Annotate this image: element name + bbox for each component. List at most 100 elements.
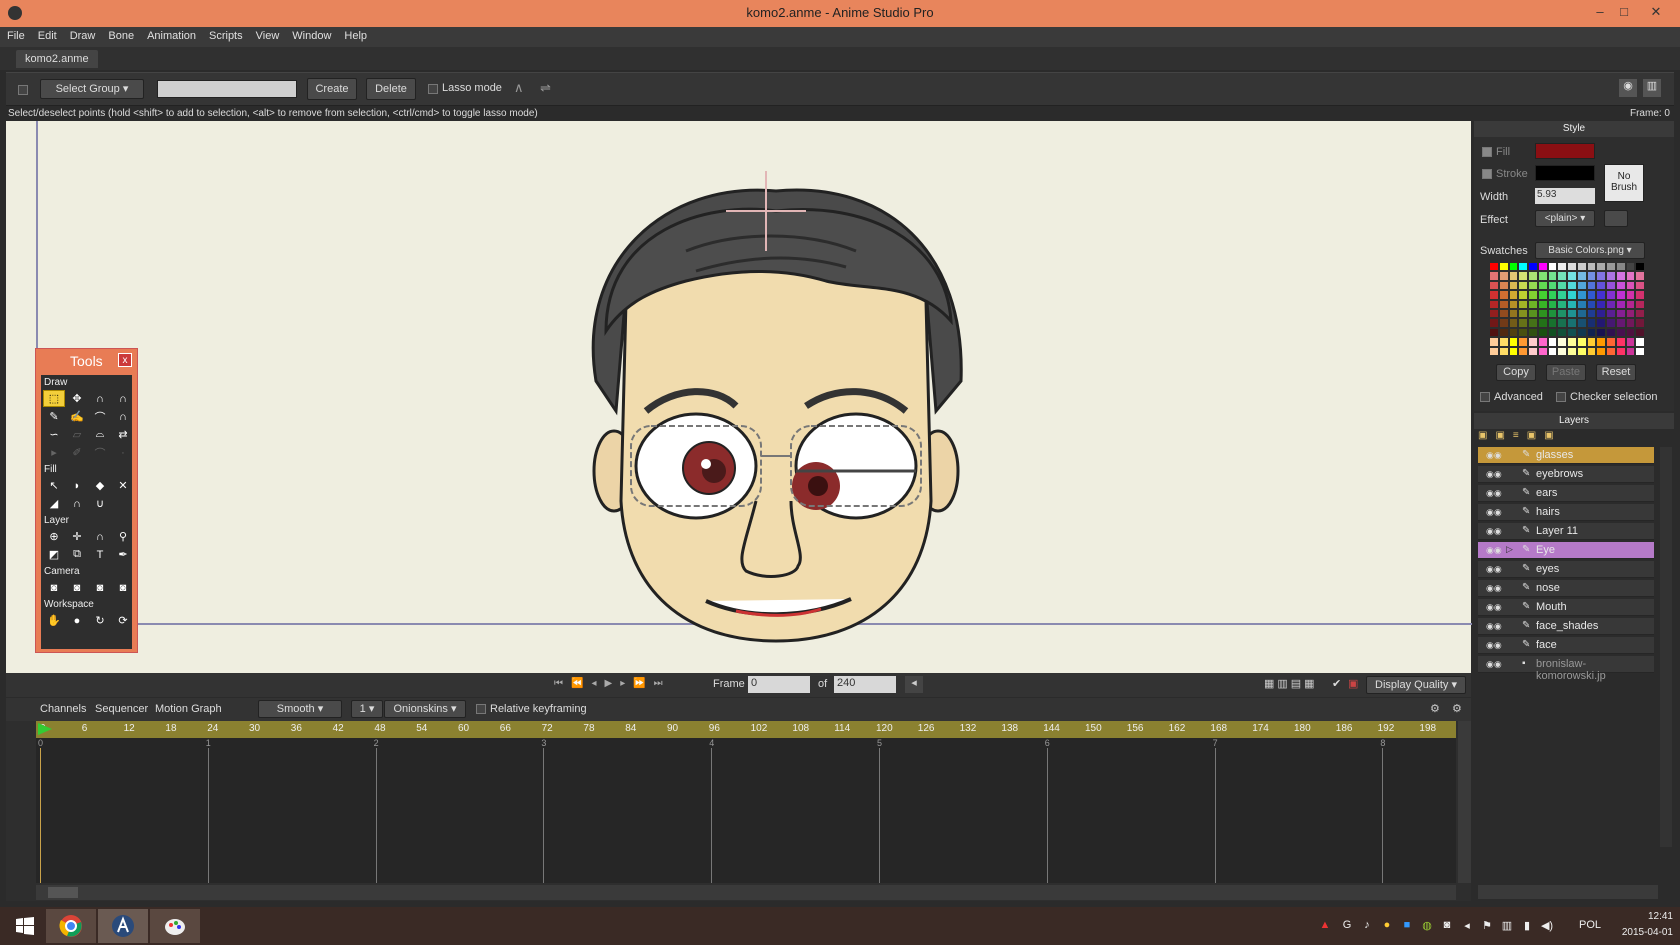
advanced-checkbox[interactable] bbox=[1480, 392, 1490, 402]
eraser-tool-icon[interactable]: ▱ bbox=[66, 426, 88, 443]
fill-color-swatch[interactable] bbox=[1535, 143, 1595, 159]
timeline-hscroll[interactable] bbox=[36, 885, 1456, 900]
color-swatch[interactable] bbox=[1606, 280, 1616, 291]
layer-row[interactable]: ◉◉ ✎ face_shades bbox=[1478, 618, 1654, 635]
layer-tool-icons[interactable]: ▣▣≡▣▣ bbox=[1478, 430, 1654, 444]
menu-scripts[interactable]: Scripts bbox=[202, 27, 249, 42]
color-swatch[interactable] bbox=[1606, 337, 1616, 347]
shear-tool-icon[interactable]: ⇄ bbox=[112, 426, 134, 443]
select-connected-icon[interactable]: ⇌ bbox=[540, 80, 551, 96]
delete-shape-tool-icon[interactable]: ✕ bbox=[112, 477, 134, 494]
tray-signal-icon[interactable]: ▮ bbox=[1520, 919, 1534, 933]
delete-layer-icon[interactable]: ▣ bbox=[1495, 430, 1512, 441]
set-origin-tool-icon[interactable]: ⊕ bbox=[43, 528, 65, 545]
frame-input[interactable]: 0 bbox=[748, 676, 810, 693]
freehand-tool-icon[interactable]: ✍ bbox=[66, 408, 88, 425]
color-swatch[interactable] bbox=[1489, 327, 1499, 338]
tray-adobe-icon[interactable]: ▲ bbox=[1318, 919, 1332, 933]
color-swatch[interactable] bbox=[1537, 290, 1548, 300]
color-swatch[interactable] bbox=[1606, 308, 1616, 319]
color-swatch[interactable] bbox=[1489, 290, 1499, 300]
color-swatch[interactable] bbox=[1489, 280, 1499, 291]
color-swatch[interactable] bbox=[1557, 327, 1567, 338]
color-swatch[interactable] bbox=[1596, 280, 1606, 291]
playhead-marker[interactable] bbox=[38, 723, 52, 735]
stroke-exposure-tool-icon[interactable]: ∪ bbox=[89, 495, 111, 512]
color-swatch[interactable] bbox=[1596, 337, 1606, 347]
tray-g-icon[interactable]: G bbox=[1340, 919, 1354, 933]
color-swatch[interactable] bbox=[1635, 280, 1645, 291]
color-swatch[interactable] bbox=[1518, 346, 1528, 356]
color-swatch[interactable] bbox=[1586, 318, 1597, 328]
shear-layer-tool-icon[interactable]: ⧉ bbox=[66, 546, 88, 563]
color-swatch[interactable] bbox=[1537, 299, 1548, 309]
color-swatch[interactable] bbox=[1596, 346, 1606, 356]
bend-tool-icon[interactable]: ∽ bbox=[43, 426, 65, 443]
view-layout-icons[interactable]: ▦▥▤▦ bbox=[1264, 677, 1318, 690]
color-swatch[interactable] bbox=[1547, 308, 1558, 319]
layer-row[interactable]: ◉◉ ▷ ✎ Eye bbox=[1478, 542, 1654, 559]
group-layer-icon[interactable]: ▣ bbox=[1544, 430, 1561, 441]
arc-tool-icon[interactable]: ⌒ bbox=[89, 444, 111, 461]
color-swatch[interactable] bbox=[1528, 290, 1538, 300]
color-swatch[interactable] bbox=[1528, 280, 1538, 291]
copy-style-button[interactable]: Copy bbox=[1496, 364, 1536, 381]
color-swatch[interactable] bbox=[1635, 299, 1645, 309]
visibility-eye-icon[interactable]: ◉◉ bbox=[1486, 621, 1502, 631]
color-swatch[interactable] bbox=[1615, 308, 1626, 319]
color-swatch[interactable] bbox=[1489, 346, 1499, 356]
track-camera-icon[interactable]: ◙ bbox=[43, 579, 65, 596]
scale-layer-tool-icon[interactable]: ∩ bbox=[89, 528, 111, 545]
color-swatch[interactable] bbox=[1576, 280, 1587, 291]
color-swatch[interactable] bbox=[1567, 299, 1577, 309]
color-swatch[interactable] bbox=[1518, 337, 1528, 347]
color-swatch[interactable] bbox=[1557, 318, 1567, 328]
color-swatch[interactable] bbox=[1567, 318, 1577, 328]
chrome-taskbar-icon[interactable] bbox=[46, 909, 96, 943]
visibility-eye-icon[interactable]: ◉◉ bbox=[1486, 507, 1502, 517]
color-swatch[interactable] bbox=[1596, 318, 1606, 328]
menu-animation[interactable]: Animation bbox=[140, 27, 202, 42]
color-swatch[interactable] bbox=[1537, 318, 1548, 328]
visibility-eye-icon[interactable]: ◉◉ bbox=[1486, 488, 1502, 498]
options-checkbox[interactable] bbox=[18, 85, 28, 95]
color-swatch[interactable] bbox=[1596, 327, 1606, 338]
tray-bluetooth-icon[interactable]: ■ bbox=[1400, 919, 1414, 933]
onionskins-dropdown[interactable]: Onionskins ▾ bbox=[384, 700, 466, 718]
color-swatch[interactable] bbox=[1528, 318, 1538, 328]
tray-volume-icon[interactable]: ◀) bbox=[1540, 919, 1554, 933]
checker-selection-checkbox[interactable] bbox=[1556, 392, 1566, 402]
layer-row[interactable]: ◉◉ ✎ Layer 11 bbox=[1478, 523, 1654, 540]
color-swatch[interactable] bbox=[1498, 346, 1509, 356]
layer-row[interactable]: ◉◉ ✎ face bbox=[1478, 637, 1654, 654]
effect-options-button[interactable] bbox=[1604, 210, 1628, 227]
user-icon[interactable]: ◉ bbox=[1619, 79, 1637, 97]
hscroll-thumb[interactable] bbox=[48, 887, 78, 898]
add-point-tool-icon[interactable]: ✎ bbox=[43, 408, 65, 425]
color-swatch[interactable] bbox=[1625, 318, 1636, 328]
rotate-layer-tool-icon[interactable]: ⚲ bbox=[112, 528, 134, 545]
color-swatch[interactable] bbox=[1586, 271, 1597, 281]
lasso-mode-checkbox[interactable] bbox=[428, 84, 438, 94]
display-quality-dropdown[interactable]: Display Quality ▾ bbox=[1366, 676, 1466, 694]
color-swatch[interactable] bbox=[1537, 346, 1548, 356]
panel-layout-icon[interactable]: ▥ bbox=[1643, 79, 1661, 97]
layer-settings-icon[interactable]: ≡ bbox=[1513, 430, 1527, 441]
layer-row[interactable]: ◉◉ ✎ ears bbox=[1478, 485, 1654, 502]
color-swatch[interactable] bbox=[1508, 262, 1519, 272]
color-swatch[interactable] bbox=[1606, 318, 1616, 328]
hide-edge-tool-icon[interactable]: ∩ bbox=[66, 495, 88, 512]
color-swatch[interactable] bbox=[1557, 262, 1567, 272]
color-swatch[interactable] bbox=[1606, 346, 1616, 356]
color-swatch[interactable] bbox=[1508, 280, 1519, 291]
pan-workspace-hand-icon[interactable]: ✋ bbox=[43, 612, 65, 629]
curvature-tool-icon[interactable]: ⌒ bbox=[89, 408, 111, 425]
create-shape-tool-icon[interactable]: ◗ bbox=[66, 477, 88, 494]
color-swatch[interactable] bbox=[1528, 327, 1538, 338]
color-swatch[interactable] bbox=[1498, 271, 1509, 281]
flip-layer-tool-icon[interactable]: ◩ bbox=[43, 546, 65, 563]
color-swatch[interactable] bbox=[1518, 318, 1528, 328]
color-swatch[interactable] bbox=[1635, 262, 1645, 272]
visibility-eye-icon[interactable]: ◉◉ bbox=[1486, 469, 1502, 479]
color-swatch[interactable] bbox=[1557, 280, 1567, 291]
